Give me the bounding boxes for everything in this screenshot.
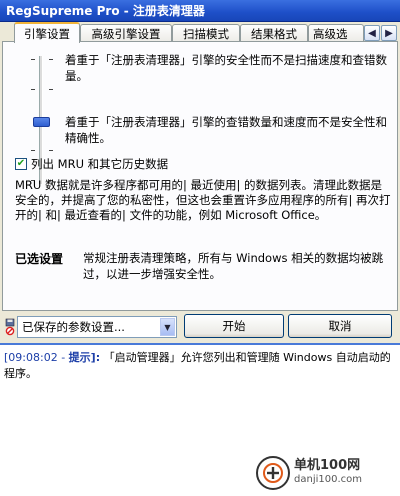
slider-tick (31, 89, 35, 90)
chevron-down-icon[interactable]: ▼ (160, 318, 175, 336)
cancel-button-label: 取消 (328, 319, 352, 333)
tab-scroll-right-icon[interactable]: ▶ (381, 25, 397, 41)
tab-advanced-engine[interactable]: 高级引擎设置 (80, 24, 172, 42)
mru-checkbox[interactable]: ✔ (15, 158, 27, 170)
start-button[interactable]: 开始 (184, 314, 284, 338)
log-tag: 提示]: (68, 351, 101, 364)
mru-checkbox-label: 列出 MRU 和其它历史数据 (31, 157, 169, 171)
slider-bottom-description: 着重于「注册表清理器」引擎的查错数量和速度而不是安全性和精确性。 (65, 115, 387, 145)
window-title-bar: RegSupreme Pro - 注册表清理器 (0, 0, 400, 22)
start-button-label: 开始 (222, 319, 246, 333)
slider-tick (49, 59, 53, 60)
slider-tick (31, 150, 35, 151)
tab-label: 结果格式 (251, 26, 297, 41)
mru-description: MRU 数据就是许多程序都可用的| 最近使用| 的数据列表。清理此数据是安全的，… (15, 178, 391, 222)
saved-settings-select[interactable]: 已保存的参数设置... ▼ (17, 316, 177, 338)
tab-label: 扫描模式 (183, 26, 229, 41)
tab-scroll-left-icon[interactable]: ◀ (364, 25, 380, 41)
preset-description: 常规注册表清理策略，所有与 Windows 相关的数据均被跳过，以进一步增强安全… (83, 251, 384, 281)
tab-label: 高级引擎设置 (91, 26, 161, 41)
log-time: [09:08:02 - (4, 351, 66, 364)
engine-settings-panel: 着重于「注册表清理器」引擎的安全性而不是扫描速度和查错数量。 着重于「注册表清理… (2, 41, 398, 311)
tab-bar: 引擎设置 高级引擎设置 扫描模式 结果格式 高级选 ◀ ▶ (0, 22, 400, 43)
saved-settings-value: 已保存的参数设置... (22, 320, 125, 334)
saved-settings-icon (5, 318, 15, 336)
watermark-logo-icon (256, 456, 290, 490)
site-watermark: 单机100网 danji100.com (256, 454, 396, 492)
safety-slider-thumb[interactable] (33, 117, 50, 127)
tab-label: 引擎设置 (24, 26, 70, 41)
mru-checkbox-row[interactable]: ✔ 列出 MRU 和其它历史数据 (15, 156, 168, 172)
bottom-toolbar: 已保存的参数设置... ▼ 开始 取消 (0, 312, 400, 342)
tab-result-format[interactable]: 结果格式 (240, 24, 308, 42)
slider-tick (31, 59, 35, 60)
slider-top-description: 着重于「注册表清理器」引擎的安全性而不是扫描速度和查错数量。 (65, 53, 387, 83)
tab-label: 高级选 (313, 26, 348, 41)
tab-advanced-options[interactable]: 高级选 (308, 24, 364, 42)
cancel-button[interactable]: 取消 (288, 314, 392, 338)
slider-tick (49, 150, 53, 151)
tab-engine-settings[interactable]: 引擎设置 (14, 22, 80, 43)
watermark-url: danji100.com (294, 474, 362, 485)
watermark-name: 单机100网 (294, 458, 361, 473)
window-title: RegSupreme Pro - 注册表清理器 (6, 4, 205, 18)
tab-scan-mode[interactable]: 扫描模式 (172, 24, 240, 42)
slider-tick (49, 89, 53, 90)
preset-label: 已选设置 (15, 252, 64, 266)
